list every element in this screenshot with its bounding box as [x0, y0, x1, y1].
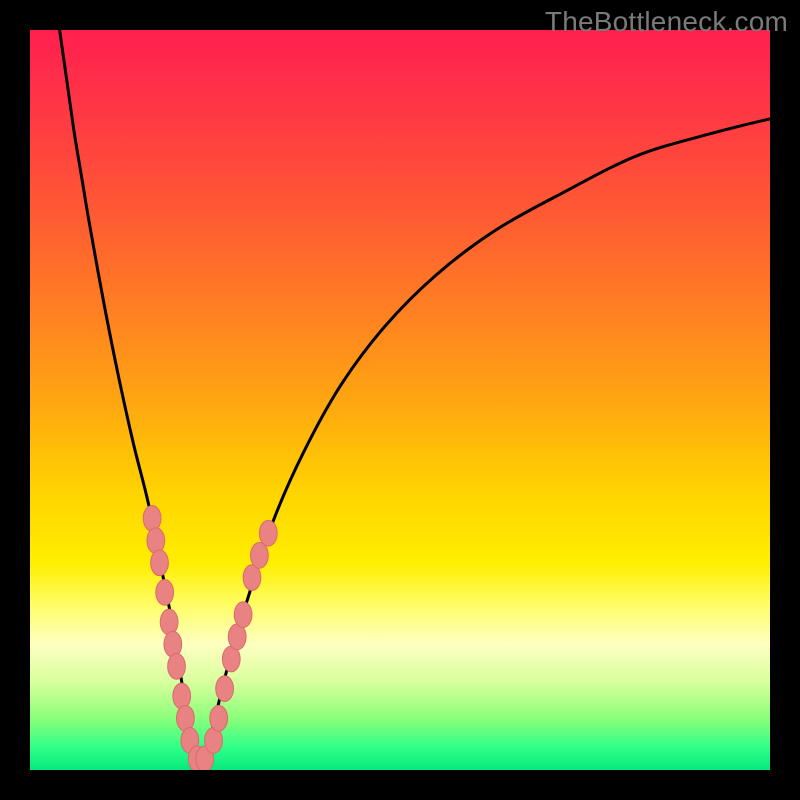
curve-marker [251, 543, 269, 569]
chart-root: TheBottleneck.com [0, 0, 800, 800]
curve-marker [151, 550, 169, 576]
curve-marker [234, 602, 252, 628]
curve-marker [173, 683, 191, 709]
curve-marker [147, 528, 165, 554]
curve-marker [168, 654, 186, 680]
curve-marker [156, 580, 174, 606]
curve-marker [164, 631, 182, 657]
curve-marker [143, 506, 161, 532]
curve-layer [30, 30, 770, 770]
curve-marker [216, 676, 234, 702]
curve-markers [143, 506, 277, 770]
watermark-text: TheBottleneck.com [545, 6, 788, 38]
curve-marker [177, 705, 195, 731]
plot-area [30, 30, 770, 770]
curve-marker [210, 705, 228, 731]
curve-marker [160, 609, 178, 635]
curve-marker [259, 520, 277, 546]
